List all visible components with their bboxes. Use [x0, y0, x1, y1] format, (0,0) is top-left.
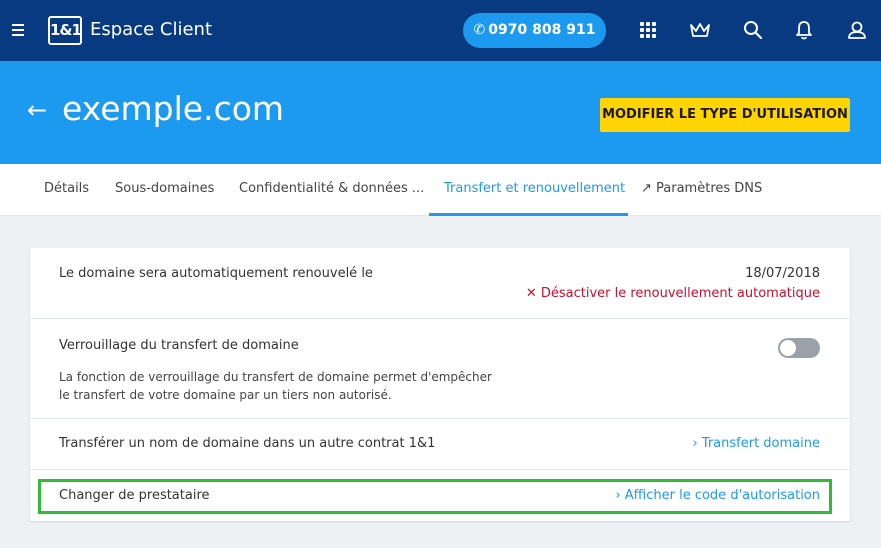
transfer-lock-label: Verrouillage du transfert de domaine	[59, 338, 299, 353]
hero-banner: ← exemple.com MODIFIER LE TYPE D'UTILISA…	[0, 61, 881, 164]
transfer-label: Transférer un nom de domaine dans un aut…	[59, 436, 436, 451]
transfer-row: Transférer un nom de domaine dans un aut…	[30, 419, 850, 470]
search-icon[interactable]	[741, 18, 765, 42]
top-bar: 1&1 Espace Client ✆ 0970 808 911	[0, 0, 881, 61]
back-arrow-icon[interactable]: ←	[27, 98, 47, 122]
app-title: Espace Client	[90, 19, 213, 40]
transfer-domain-link[interactable]: › Transfert domaine	[692, 436, 820, 451]
transfer-lock-toggle[interactable]	[778, 338, 820, 358]
phone-number: 0970 808 911	[488, 22, 596, 38]
user-icon[interactable]	[845, 18, 869, 42]
transfer-lock-description: La fonction de verrouillage du transfert…	[59, 370, 492, 402]
tab-details[interactable]: Détails	[44, 164, 89, 216]
tab-transfer-renewal[interactable]: Transfert et renouvellement	[444, 164, 625, 216]
modify-usage-type-button[interactable]: MODIFIER LE TYPE D'UTILISATION	[600, 98, 850, 132]
grid-icon[interactable]	[636, 18, 660, 42]
logo[interactable]: 1&1	[48, 16, 82, 45]
renewal-date: 18/07/2018	[745, 266, 820, 281]
renewal-row: Le domaine sera automatiquement renouvel…	[30, 248, 850, 319]
crown-icon[interactable]	[688, 18, 712, 42]
phone-button[interactable]: ✆ 0970 808 911	[463, 13, 606, 48]
tab-subdomains[interactable]: Sous-domaines	[115, 164, 214, 216]
active-tab-indicator	[429, 213, 628, 216]
toggle-knob	[780, 340, 796, 356]
transfer-lock-row: Verrouillage du transfert de domaine La …	[30, 319, 850, 419]
tab-dns-settings[interactable]: ↗ Paramètres DNS	[641, 164, 762, 216]
phone-icon: ✆	[473, 22, 486, 38]
bell-icon[interactable]	[792, 18, 816, 42]
tab-bar: Détails Sous-domaines Confidentialité & …	[0, 164, 881, 216]
highlight-box	[38, 479, 832, 514]
renewal-label: Le domaine sera automatiquement renouvel…	[59, 266, 373, 281]
tab-privacy[interactable]: Confidentialité & données ...	[239, 164, 424, 216]
menu-icon[interactable]	[12, 24, 25, 37]
domain-title: exemple.com	[62, 89, 285, 128]
deactivate-renewal-link[interactable]: ✕ Désactiver le renouvellement automatiq…	[526, 286, 820, 301]
